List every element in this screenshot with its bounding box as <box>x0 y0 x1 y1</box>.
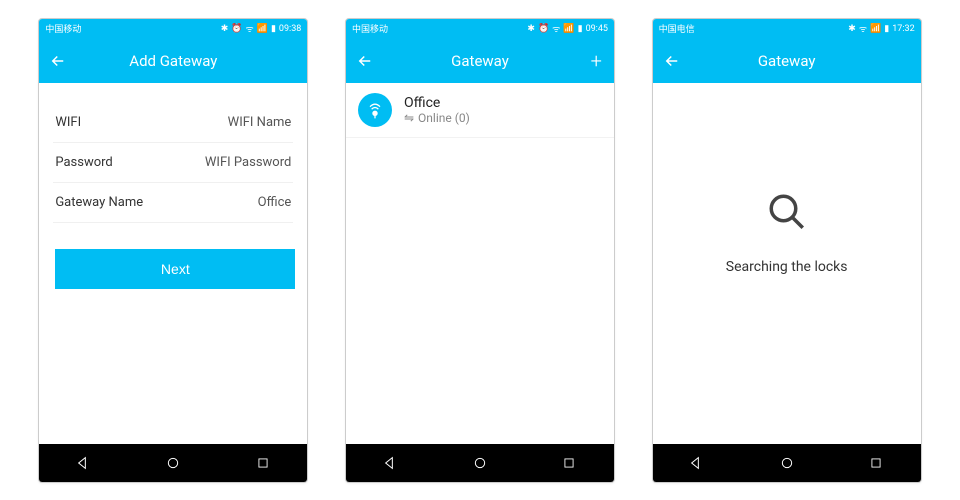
content-area: Office ⇋ Online (0) <box>346 83 614 444</box>
nav-recent-icon[interactable] <box>557 451 581 475</box>
carrier-label: 中国移动 <box>352 22 388 35</box>
search-icon <box>766 191 808 233</box>
signal-icon: 📶 <box>870 24 881 34</box>
clock-time: 09:45 <box>586 24 608 34</box>
wifi-icon: ᯤ <box>552 22 560 35</box>
gateway-status: ⇋ Online (0) <box>404 111 470 125</box>
signal-icon: 📶 <box>563 24 574 34</box>
content-area: WIFI WIFI Name Password WIFI Password Ga… <box>39 83 307 444</box>
clock-time: 09:38 <box>279 24 301 34</box>
nav-recent-icon[interactable] <box>251 451 275 475</box>
battery-icon: ▮ <box>578 24 583 34</box>
gateway-name-label: Gateway Name <box>55 195 143 210</box>
back-icon[interactable] <box>663 52 681 70</box>
row-wifi[interactable]: WIFI WIFI Name <box>53 103 293 143</box>
signal-icon: 📶 <box>257 24 268 34</box>
carrier-label: 中国电信 <box>659 22 695 35</box>
nav-home-icon[interactable] <box>161 451 185 475</box>
row-password[interactable]: Password WIFI Password <box>53 143 293 183</box>
phone-screen-searching: 中国电信 ✱ ᯤ 📶 ▮ 17:32 Gateway Searching the… <box>652 18 922 483</box>
nav-back-icon[interactable] <box>72 451 96 475</box>
next-button[interactable]: Next <box>55 249 295 289</box>
clock-time: 17:32 <box>892 24 914 34</box>
android-nav-bar <box>39 444 307 482</box>
battery-icon: ▮ <box>271 24 276 34</box>
back-icon[interactable] <box>356 52 374 70</box>
android-nav-bar <box>346 444 614 482</box>
nav-recent-icon[interactable] <box>864 451 888 475</box>
nav-back-icon[interactable] <box>379 451 403 475</box>
row-gateway-name[interactable]: Gateway Name Office <box>53 183 293 223</box>
app-header: Add Gateway <box>39 39 307 83</box>
password-value: WIFI Password <box>205 155 291 170</box>
app-header: Gateway + <box>346 39 614 83</box>
phone-screen-gateway-list: 中国移动 ✱ ⏰ ᯤ 📶 ▮ 09:45 Gateway + Office ⇋ … <box>345 18 615 483</box>
add-icon[interactable]: + <box>591 49 602 73</box>
status-bar: 中国移动 ✱ ⏰ ᯤ 📶 ▮ 09:45 <box>346 19 614 39</box>
gateway-name-value: Office <box>258 195 292 210</box>
status-bar: 中国移动 ✱ ⏰ ᯤ 📶 ▮ 09:38 <box>39 19 307 39</box>
alarm-icon: ⏰ <box>538 24 549 34</box>
header-title: Gateway <box>758 52 816 70</box>
gateway-name: Office <box>404 95 470 111</box>
nav-back-icon[interactable] <box>685 451 709 475</box>
searching-label: Searching the locks <box>726 259 848 275</box>
sync-icon: ⇋ <box>404 111 414 125</box>
nav-home-icon[interactable] <box>775 451 799 475</box>
phone-screen-add-gateway: 中国移动 ✱ ⏰ ᯤ 📶 ▮ 09:38 Add Gateway WIFI WI… <box>38 18 308 483</box>
password-label: Password <box>55 155 112 170</box>
wifi-icon: ᯤ <box>859 22 867 35</box>
carrier-label: 中国移动 <box>45 22 81 35</box>
android-nav-bar <box>653 444 921 482</box>
app-header: Gateway <box>653 39 921 83</box>
status-bar: 中国电信 ✱ ᯤ 📶 ▮ 17:32 <box>653 19 921 39</box>
nav-home-icon[interactable] <box>468 451 492 475</box>
bluetooth-icon: ✱ <box>848 24 856 34</box>
wifi-value: WIFI Name <box>228 115 292 130</box>
bluetooth-icon: ✱ <box>527 24 535 34</box>
bluetooth-icon: ✱ <box>221 24 229 34</box>
gateway-list-item[interactable]: Office ⇋ Online (0) <box>346 83 614 138</box>
battery-icon: ▮ <box>884 24 889 34</box>
content-area: Searching the locks <box>653 83 921 444</box>
wifi-label: WIFI <box>55 115 81 130</box>
gateway-icon <box>358 93 392 127</box>
wifi-icon: ᯤ <box>246 22 254 35</box>
back-icon[interactable] <box>49 52 67 70</box>
header-title: Add Gateway <box>129 52 217 70</box>
alarm-icon: ⏰ <box>231 24 242 34</box>
header-title: Gateway <box>451 52 509 70</box>
